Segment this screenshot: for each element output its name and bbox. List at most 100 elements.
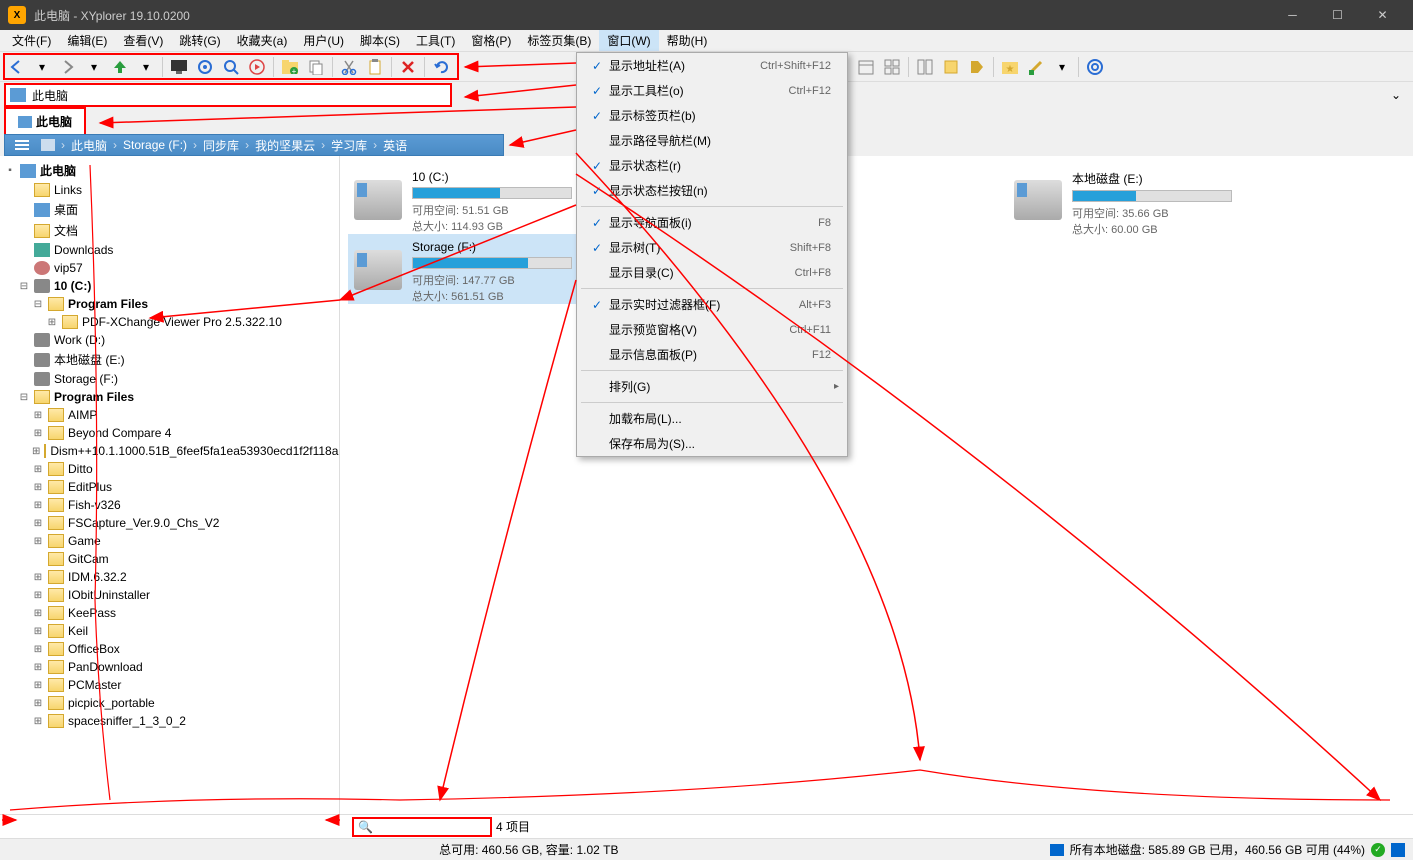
newfolder-icon[interactable]: + (278, 55, 302, 79)
desktop-icon[interactable] (167, 55, 191, 79)
cut-icon[interactable] (337, 55, 361, 79)
tree-pcmaster[interactable]: ⊞PCMaster (0, 676, 339, 694)
menu-show-filterbox[interactable]: ✓显示实时过滤器框(F)Alt+F3 (577, 292, 847, 317)
tree-drive-c[interactable]: ⊟10 (C:) (0, 277, 339, 295)
up-dropdown[interactable]: ▾ (134, 55, 158, 79)
address-bar[interactable]: 此电脑 (4, 83, 452, 107)
menu-loadlayout[interactable]: 加载布局(L)... (577, 406, 847, 431)
tree-desktop[interactable]: 桌面 (0, 199, 339, 220)
tree-keepass[interactable]: ⊞KeePass (0, 604, 339, 622)
tree-iobit[interactable]: ⊞IObitUninstaller (0, 586, 339, 604)
tag-icon[interactable] (965, 55, 989, 79)
menu-show-addressbar[interactable]: ✓显示地址栏(A)Ctrl+Shift+F12 (577, 53, 847, 78)
tree-programfiles-f[interactable]: ⊟Program Files (0, 388, 339, 406)
starfolder-icon[interactable]: ★ (998, 55, 1022, 79)
tree-drive-f[interactable]: Storage (F:) (0, 370, 339, 388)
menu-savelayout[interactable]: 保存布局为(S)... (577, 431, 847, 456)
breadcrumb-sync[interactable]: 同步库 (197, 137, 245, 154)
tree-fish[interactable]: ⊞Fish-v326 (0, 496, 339, 514)
tree-spacesniffer[interactable]: ⊞spacesniffer_1_3_0_2 (0, 712, 339, 730)
delete-icon[interactable] (396, 55, 420, 79)
menu-show-tree[interactable]: ✓显示树(T)Shift+F8 (577, 235, 847, 260)
forward-dropdown[interactable]: ▾ (82, 55, 106, 79)
menu-user[interactable]: 用户(U) (295, 30, 352, 51)
tree-keil[interactable]: ⊞Keil (0, 622, 339, 640)
breadcrumb-thispc[interactable]: 此电脑 (65, 137, 113, 154)
menu-file[interactable]: 文件(F) (4, 30, 59, 51)
settings-icon[interactable] (1083, 55, 1107, 79)
tree-idm[interactable]: ⊞IDM.6.32.2 (0, 568, 339, 586)
search-icon[interactable] (219, 55, 243, 79)
tree-game[interactable]: ⊞Game (0, 532, 339, 550)
tree-docs[interactable]: 文档 (0, 220, 339, 241)
menu-show-infopanel[interactable]: 显示信息面板(P)F12 (577, 342, 847, 367)
tree-editplus[interactable]: ⊞EditPlus (0, 478, 339, 496)
tree-fsc[interactable]: ⊞FSCapture_Ver.9.0_Chs_V2 (0, 514, 339, 532)
menu-view[interactable]: 查看(V) (115, 30, 171, 51)
tree-aimp[interactable]: ⊞AIMP (0, 406, 339, 424)
brush-icon[interactable] (1024, 55, 1048, 79)
tree-drive-e[interactable]: 本地磁盘 (E:) (0, 349, 339, 370)
breadcrumb-study[interactable]: 学习库 (325, 137, 373, 154)
ok-icon[interactable]: ✓ (1371, 843, 1385, 857)
columns-icon[interactable] (913, 55, 937, 79)
breadcrumb-storage[interactable]: Storage (F:) (117, 138, 193, 152)
tree-panel[interactable]: ▪此电脑 Links 桌面 文档 Downloads vip57 ⊟10 (C:… (0, 156, 340, 814)
tree-thispc[interactable]: ▪此电脑 (0, 160, 339, 181)
menu-show-navpanel[interactable]: ✓显示导航面板(i)F8 (577, 210, 847, 235)
cloud-icon[interactable] (1391, 843, 1405, 857)
breadcrumb-eng[interactable]: 英语 (377, 137, 413, 154)
back-button[interactable] (4, 55, 28, 79)
tree-links[interactable]: Links (0, 181, 339, 199)
menu-show-statusbar[interactable]: ✓显示状态栏(r) (577, 153, 847, 178)
menu-show-breadcrumb[interactable]: 显示路径导航栏(M) (577, 128, 847, 153)
menu-show-statusbtns[interactable]: ✓显示状态栏按钮(n) (577, 178, 847, 203)
tree-programfiles-c[interactable]: ⊟Program Files (0, 295, 339, 313)
menu-edit[interactable]: 编辑(E) (59, 30, 115, 51)
tree-pdfx[interactable]: ⊞PDF-XChange Viewer Pro 2.5.322.10 (0, 313, 339, 331)
calendar-icon[interactable] (854, 55, 878, 79)
menu-show-toolbar[interactable]: ✓显示工具栏(o)Ctrl+F12 (577, 78, 847, 103)
breadcrumb-root-icon[interactable] (35, 139, 61, 151)
target-icon[interactable] (193, 55, 217, 79)
tree-ditto[interactable]: ⊞Ditto (0, 460, 339, 478)
address-dropdown[interactable]: ⌄ (1387, 86, 1405, 104)
tree-drive-d[interactable]: Work (D:) (0, 331, 339, 349)
up-button[interactable] (108, 55, 132, 79)
grid-icon[interactable] (880, 55, 904, 79)
forward-button[interactable] (56, 55, 80, 79)
menu-tabsets[interactable]: 标签页集(B) (519, 30, 599, 51)
tree-gitcam[interactable]: GitCam (0, 550, 339, 568)
close-button[interactable]: ✕ (1360, 0, 1405, 30)
maximize-button[interactable]: ☐ (1315, 0, 1360, 30)
menu-favorites[interactable]: 收藏夹(a) (229, 30, 296, 51)
menu-show-preview[interactable]: 显示预览窗格(V)Ctrl+F11 (577, 317, 847, 342)
book-icon[interactable] (939, 55, 963, 79)
menu-window[interactable]: 窗口(W) (599, 30, 658, 51)
minimize-button[interactable]: ─ (1270, 0, 1315, 30)
tab-thispc[interactable]: 此电脑 (4, 107, 86, 134)
menu-scripting[interactable]: 脚本(S) (352, 30, 408, 51)
brush-dropdown[interactable]: ▾ (1050, 55, 1074, 79)
menu-show-tabbar[interactable]: ✓显示标签页栏(b) (577, 103, 847, 128)
tree-downloads[interactable]: Downloads (0, 241, 339, 259)
back-dropdown[interactable]: ▾ (30, 55, 54, 79)
breadcrumb-nut[interactable]: 我的坚果云 (249, 137, 321, 154)
content-panel[interactable]: 10 (C:) 可用空间: 51.51 GB 总大小: 114.93 GB 本地… (340, 156, 1413, 814)
tree-bc4[interactable]: ⊞Beyond Compare 4 (0, 424, 339, 442)
tree-dism[interactable]: ⊞Dism++10.1.1000.51B_6feef5fa1ea53930ecd… (0, 442, 339, 460)
play-icon[interactable] (245, 55, 269, 79)
paste-icon[interactable] (363, 55, 387, 79)
tree-vip57[interactable]: vip57 (0, 259, 339, 277)
tree-officebox[interactable]: ⊞OfficeBox (0, 640, 339, 658)
menu-tools[interactable]: 工具(T) (408, 30, 463, 51)
menu-show-catalog[interactable]: 显示目录(C)Ctrl+F8 (577, 260, 847, 285)
menu-arrange[interactable]: 排列(G)▸ (577, 374, 847, 399)
undo-icon[interactable] (429, 55, 453, 79)
menu-go[interactable]: 跳转(G) (171, 30, 228, 51)
drive-e[interactable]: 本地磁盘 (E:) 可用空间: 35.66 GB 总大小: 60.00 GB (1008, 164, 1338, 234)
menu-help[interactable]: 帮助(H) (659, 30, 716, 51)
tree-pandl[interactable]: ⊞PanDownload (0, 658, 339, 676)
copy-icon[interactable] (304, 55, 328, 79)
tree-picpick[interactable]: ⊞picpick_portable (0, 694, 339, 712)
